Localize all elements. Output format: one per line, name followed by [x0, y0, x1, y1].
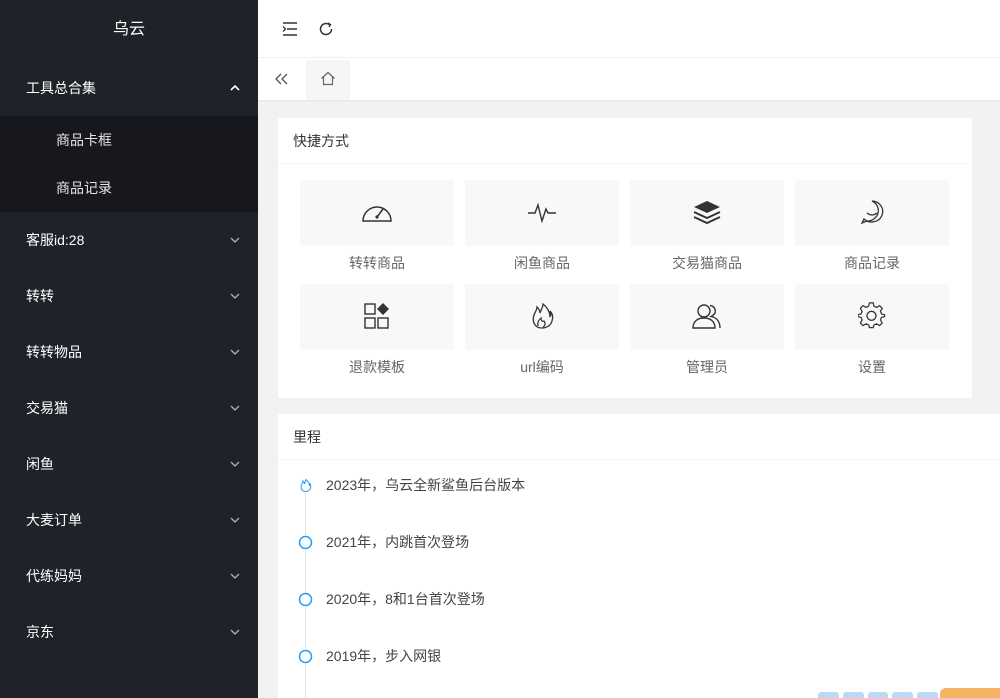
milestone-timeline: 2023年，乌云全新鲨鱼后台版本 2021年，内跳首次登场 2020年，8和1台…: [278, 460, 1000, 698]
chat-bubble-icon: [858, 198, 886, 229]
corner-decoration: [818, 692, 938, 698]
fire-icon: [529, 302, 555, 333]
shortcut-jiaoyimao-goods[interactable]: 交易猫商品: [630, 180, 784, 280]
timeline-item: 2021年，内跳首次登场: [298, 531, 985, 608]
chevron-down-icon: [230, 212, 240, 268]
sidebar-item-label: 客服id:28: [26, 232, 85, 248]
users-icon: [691, 302, 723, 333]
sidebar-item-zhuanzhuan-goods[interactable]: 转转物品: [0, 324, 258, 380]
sidebar-item-label: 转转物品: [26, 344, 82, 360]
corner-badge[interactable]: [940, 688, 1000, 698]
shortcut-zhuanzhuan-goods[interactable]: 转转商品: [300, 180, 454, 280]
shortcut-label: 交易猫商品: [672, 255, 742, 271]
tabs-bar: [258, 58, 1000, 100]
chevron-down-icon: [230, 548, 240, 604]
layers-icon: [692, 199, 722, 228]
home-icon: [320, 71, 336, 89]
timeline-text: 2023年，乌云全新鲨鱼后台版本: [326, 477, 526, 493]
sidebar-item-damai-orders[interactable]: 大麦订单: [0, 492, 258, 548]
circle-icon: [298, 649, 313, 664]
gear-icon: [857, 301, 886, 333]
milestones-title: 里程: [278, 414, 1000, 460]
double-chevron-left-icon[interactable]: [258, 58, 306, 100]
chevron-down-icon: [230, 604, 240, 660]
template-icon: [363, 302, 391, 333]
timeline-text: 2021年，内跳首次登场: [326, 534, 470, 550]
app-logo[interactable]: 乌云: [0, 0, 258, 60]
fire-icon: [298, 478, 313, 493]
pulse-icon: [527, 199, 557, 228]
sidebar-item-label: 交易猫: [26, 400, 68, 416]
shortcut-grid: 转转商品 闲鱼商品 交易猫商品 商品记录 退款模板 url编码 管理员 设置: [300, 180, 952, 384]
timeline-item: 2020年，8和1台首次登场: [298, 588, 985, 665]
sidebar-item-tools[interactable]: 工具总合集: [0, 60, 258, 116]
milestones-card: 里程 2023年，乌云全新鲨鱼后台版本 2021年，内跳首次登场 2020年，8…: [278, 414, 1000, 698]
sidebar-item-label: 代练妈妈: [26, 568, 82, 584]
sidebar: 乌云 工具总合集 商品卡框 商品记录 客服id:28 转转 转转物品 交易猫 闲…: [0, 0, 258, 698]
shortcut-admin[interactable]: 管理员: [630, 284, 784, 384]
sidebar-item-label: 京东: [26, 624, 54, 640]
timeline-text: 2020年，8和1台首次登场: [326, 591, 485, 607]
sidebar-item-jingdong[interactable]: 京东: [0, 604, 258, 660]
sidebar-item-label: 大麦订单: [26, 512, 82, 528]
sidebar-subitem-product-frame[interactable]: 商品卡框: [0, 116, 258, 164]
shortcut-url-encode[interactable]: url编码: [465, 284, 619, 384]
shortcut-label: 转转商品: [349, 255, 405, 271]
shortcut-label: 商品记录: [844, 255, 900, 271]
shortcut-label: 闲鱼商品: [514, 255, 570, 271]
chevron-down-icon: [230, 436, 240, 492]
shortcut-label: url编码: [520, 359, 564, 375]
shortcut-settings[interactable]: 设置: [795, 284, 949, 384]
sidebar-item-service-id[interactable]: 客服id:28: [0, 212, 258, 268]
timeline-item: 2023年，乌云全新鲨鱼后台版本: [298, 474, 985, 551]
chevron-down-icon: [230, 380, 240, 436]
shortcut-label: 退款模板: [349, 359, 405, 375]
circle-icon: [298, 592, 313, 607]
dashboard-icon: [360, 199, 394, 228]
circle-icon: [298, 535, 313, 550]
shortcuts-card: 快捷方式 转转商品 闲鱼商品 交易猫商品 商品记录 退款模板 url编码 管理员…: [278, 118, 972, 398]
sidebar-item-label: 闲鱼: [26, 456, 54, 472]
shortcut-refund-template[interactable]: 退款模板: [300, 284, 454, 384]
tab-home[interactable]: [306, 58, 350, 100]
sidebar-item-xianyu[interactable]: 闲鱼: [0, 436, 258, 492]
chevron-down-icon: [230, 324, 240, 380]
shortcuts-title: 快捷方式: [278, 118, 972, 164]
chevron-down-icon: [230, 268, 240, 324]
main-content: 快捷方式 转转商品 闲鱼商品 交易猫商品 商品记录 退款模板 url编码 管理员…: [258, 100, 1000, 698]
sidebar-item-label: 工具总合集: [26, 80, 96, 96]
shortcut-xianyu-goods[interactable]: 闲鱼商品: [465, 180, 619, 280]
chevron-up-icon: [230, 60, 240, 116]
refresh-icon[interactable]: [318, 11, 354, 47]
shortcut-label: 管理员: [686, 359, 728, 375]
timeline-item: 2019年，步入网银: [298, 645, 985, 698]
timeline-text: 2019年，步入网银: [326, 648, 442, 664]
sidebar-submenu-tools: 商品卡框 商品记录: [0, 116, 258, 212]
sidebar-item-label: 转转: [26, 288, 54, 304]
chevron-down-icon: [230, 492, 240, 548]
top-toolbar: [258, 0, 1000, 58]
sidebar-item-dailian-mama[interactable]: 代练妈妈: [0, 548, 258, 604]
shortcut-product-records[interactable]: 商品记录: [795, 180, 949, 280]
sidebar-subitem-product-records[interactable]: 商品记录: [0, 164, 258, 212]
sidebar-item-zhuanzhuan[interactable]: 转转: [0, 268, 258, 324]
sidebar-item-jiaoyimao[interactable]: 交易猫: [0, 380, 258, 436]
shortcut-label: 设置: [858, 359, 886, 375]
menu-fold-icon[interactable]: [282, 11, 318, 47]
